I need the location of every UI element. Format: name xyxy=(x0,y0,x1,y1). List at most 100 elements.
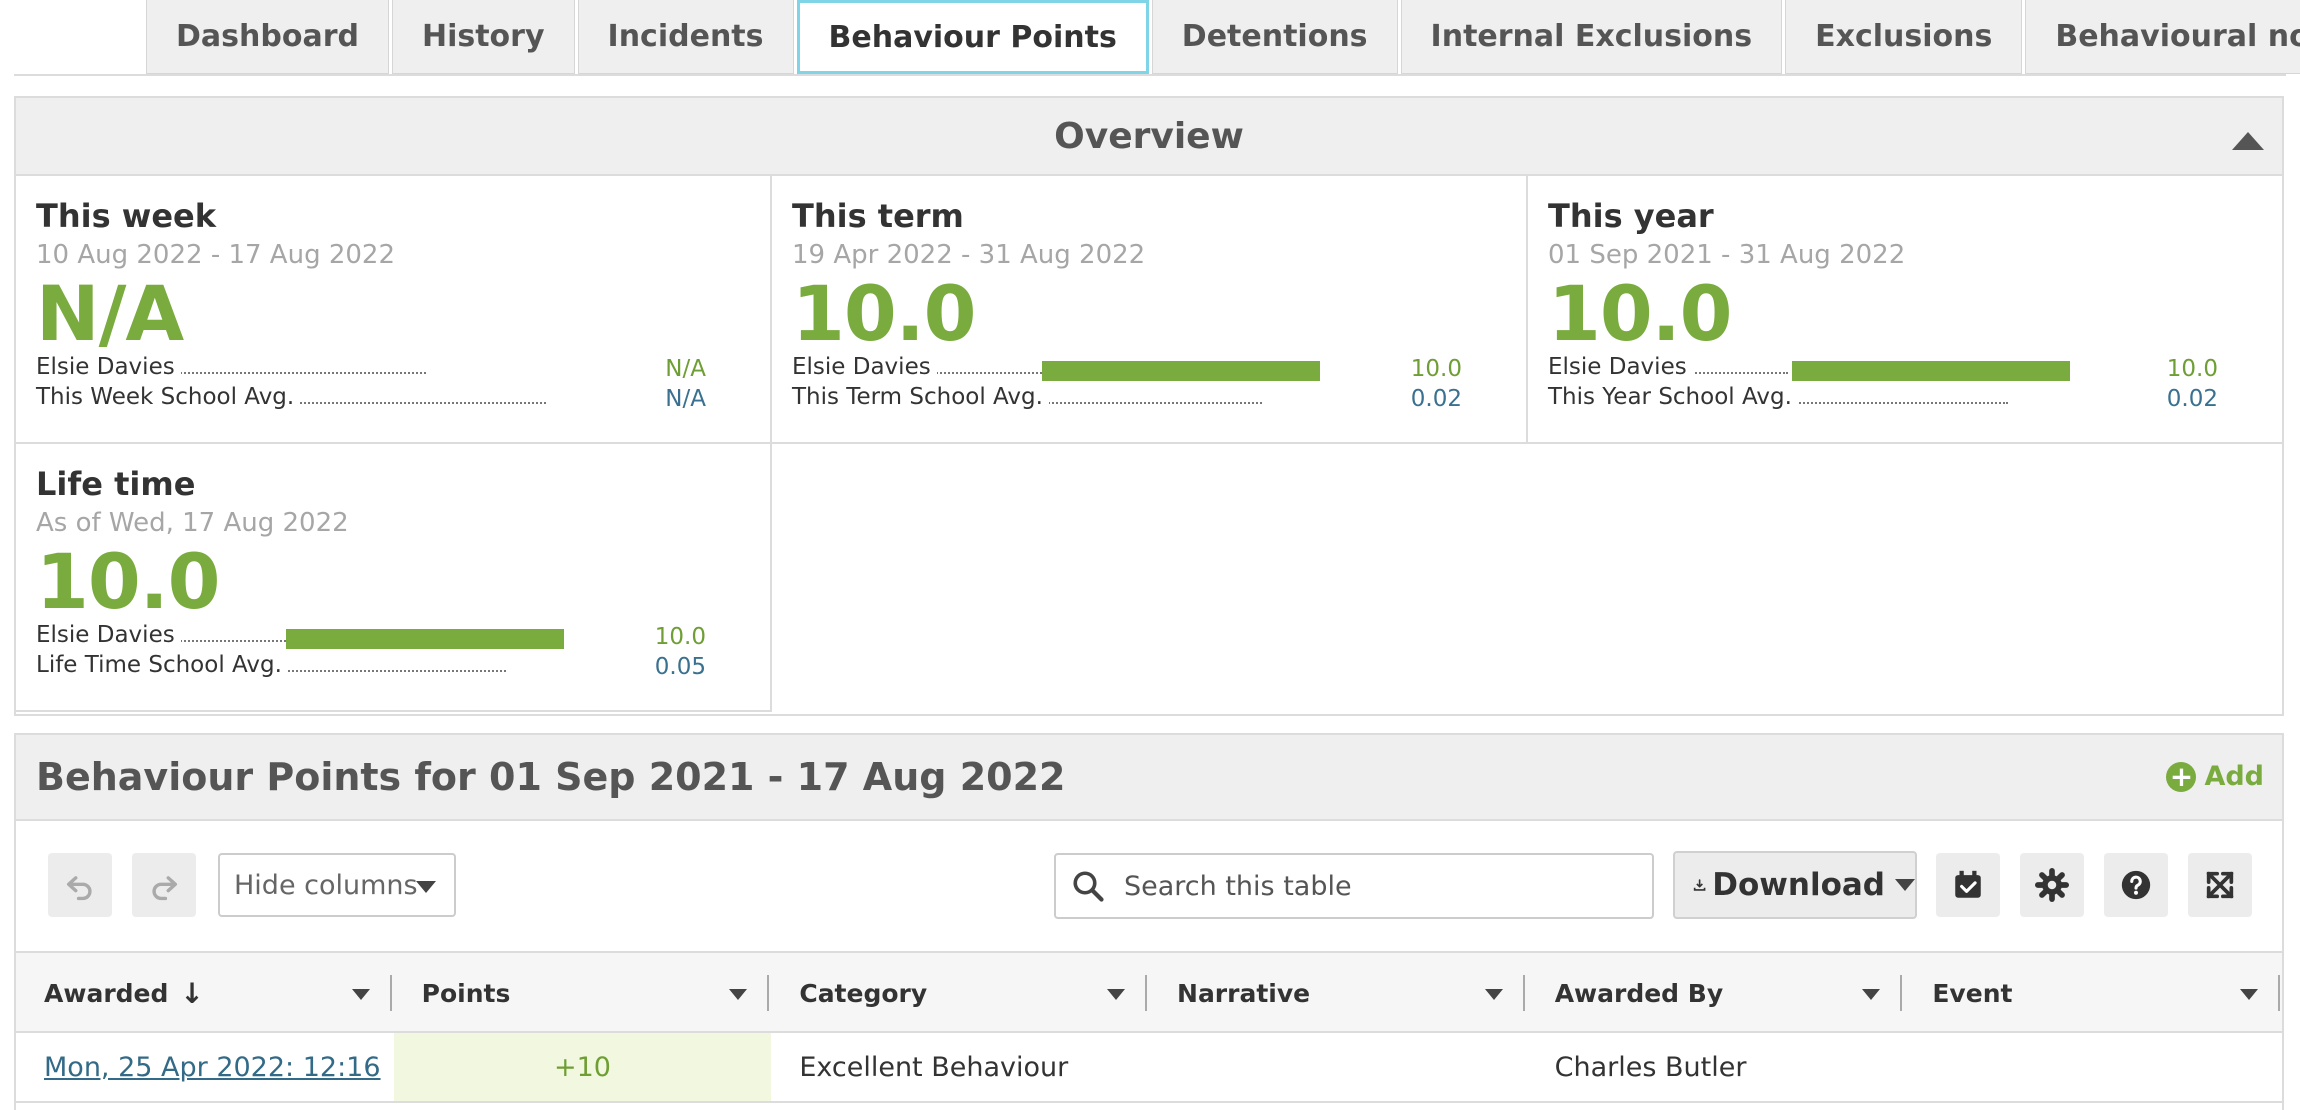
tab-incidents[interactable]: Incidents xyxy=(577,0,794,74)
fullscreen-icon xyxy=(2206,871,2234,899)
tab-exclusions[interactable]: Exclusions xyxy=(1785,0,2023,74)
cell-category: Excellent Behaviour xyxy=(799,1051,1069,1083)
search-box[interactable] xyxy=(1054,853,1654,919)
dotted-leader xyxy=(156,372,426,374)
card-range: 01 Sep 2021 - 31 Aug 2022 xyxy=(1548,240,1906,270)
tab-detentions[interactable]: Detentions xyxy=(1151,0,1398,74)
card-title: Life time xyxy=(36,465,196,503)
student-bar xyxy=(1042,361,1320,381)
help-button[interactable] xyxy=(2104,853,2168,917)
chevron-down-icon[interactable] xyxy=(351,989,370,1000)
column-header-narrative[interactable]: Narrative xyxy=(1149,953,1527,1033)
add-button[interactable]: + Add xyxy=(2166,761,2264,792)
settings-button[interactable] xyxy=(2020,853,2084,917)
card-title: This year xyxy=(1548,197,1714,235)
column-label: Awarded By xyxy=(1554,978,1724,1008)
add-label: Add xyxy=(2204,761,2264,792)
column-label: Event xyxy=(1932,978,2013,1008)
overview-cards: This week 10 Aug 2022 - 17 Aug 2022 N/A … xyxy=(16,176,2282,714)
avg-label: This Term School Avg. xyxy=(792,384,1049,410)
student-stat-row: Elsie Davies 10.0 xyxy=(792,354,1506,384)
overview-panel: Overview This week 10 Aug 2022 - 17 Aug … xyxy=(14,96,2284,716)
hide-columns-dropdown[interactable]: Hide columns xyxy=(218,853,456,917)
card-range: As of Wed, 17 Aug 2022 xyxy=(36,508,349,538)
chevron-down-icon[interactable] xyxy=(1862,989,1881,1000)
card-range: 19 Apr 2022 - 31 Aug 2022 xyxy=(792,240,1146,270)
card-value: 10.0 xyxy=(1548,269,1733,358)
points-title: Behaviour Points for 01 Sep 2021 - 17 Au… xyxy=(36,755,1066,799)
plus-circle-icon: + xyxy=(2166,761,2197,792)
avg-label: Life Time School Avg. xyxy=(36,652,288,678)
undo-button[interactable] xyxy=(48,853,112,917)
avg-label: This Week School Avg. xyxy=(36,384,301,410)
calendar-check-icon xyxy=(1955,870,1981,898)
card-this-term: This term 19 Apr 2022 - 31 Aug 2022 10.0… xyxy=(772,176,1528,444)
avg-stat-row: This Term School Avg. 0.02 xyxy=(792,384,1506,414)
redo-button[interactable] xyxy=(132,853,196,917)
gear-icon xyxy=(2035,868,2069,902)
card-title: This term xyxy=(792,197,964,235)
student-label: Elsie Davies xyxy=(792,354,937,380)
dotted-leader xyxy=(276,670,506,672)
tab-history[interactable]: History xyxy=(391,0,575,74)
student-label: Elsie Davies xyxy=(36,622,181,648)
tab-divider xyxy=(14,74,2286,76)
download-icon xyxy=(1693,879,1706,891)
cell-points: +10 xyxy=(393,1033,772,1101)
cell-narrative xyxy=(1149,1033,1527,1101)
student-label: Elsie Davies xyxy=(1548,354,1693,380)
student-stat-row: Elsie Davies 10.0 xyxy=(1548,354,2262,384)
redo-icon xyxy=(152,876,178,901)
student-bar xyxy=(286,629,564,649)
card-this-week: This week 10 Aug 2022 - 17 Aug 2022 N/A … xyxy=(16,176,772,444)
column-label: Awarded xyxy=(44,978,169,1008)
tab-behavioural-notes[interactable]: Behavioural notes xyxy=(2025,0,2300,74)
chevron-down-icon[interactable] xyxy=(1484,989,1503,1000)
awarded-link[interactable]: Mon, 25 Apr 2022: 12:16 xyxy=(44,1052,381,1083)
avg-stat-row: Life Time School Avg. 0.05 xyxy=(36,652,750,682)
card-value: N/A xyxy=(36,269,184,358)
chevron-down-icon[interactable] xyxy=(2240,989,2259,1000)
collapse-up-icon[interactable] xyxy=(2232,132,2264,150)
tab-internal-exclusions[interactable]: Internal Exclusions xyxy=(1400,0,1783,74)
card-value: 10.0 xyxy=(36,537,221,626)
column-label: Category xyxy=(799,978,928,1008)
cell-awarded-by: Charles Butler xyxy=(1554,1051,1747,1083)
overview-header[interactable]: Overview xyxy=(16,98,2282,176)
cell-awarded: Mon, 25 Apr 2022: 12:16 xyxy=(16,1033,394,1101)
behaviour-points-panel: Behaviour Points for 01 Sep 2021 - 17 Au… xyxy=(14,733,2284,1110)
student-bar xyxy=(1792,361,2070,381)
column-header-awarded[interactable]: Awarded ↓ xyxy=(16,953,394,1033)
chevron-down-icon[interactable] xyxy=(729,989,748,1000)
student-stat-row: Elsie Davies 10.0 xyxy=(36,622,750,652)
hide-columns-label: Hide columns xyxy=(234,869,418,901)
overview-title: Overview xyxy=(1054,115,1244,157)
student-value: 10.0 xyxy=(654,624,706,650)
dotted-leader xyxy=(276,402,546,404)
avg-value: N/A xyxy=(665,386,706,412)
fullscreen-button[interactable] xyxy=(2188,853,2252,917)
chevron-down-icon[interactable] xyxy=(1107,989,1126,1000)
column-label: Narrative xyxy=(1177,978,1311,1008)
table-row: Mon, 25 Apr 2022: 12:16 +10 Excellent Be… xyxy=(16,1033,2282,1103)
table-header: Awarded ↓ Points Category Narrative Awar… xyxy=(16,951,2282,1033)
sort-descending-icon[interactable]: ↓ xyxy=(180,977,203,1010)
column-header-points[interactable]: Points xyxy=(394,953,772,1033)
student-value: 10.0 xyxy=(1410,356,1462,382)
column-label: Points xyxy=(421,978,511,1008)
download-label: Download xyxy=(1712,867,1885,903)
card-title: This week xyxy=(36,197,217,235)
table-toolbar: Hide columns Download xyxy=(16,821,2282,951)
tab-dashboard[interactable]: Dashboard xyxy=(146,0,389,74)
column-header-event[interactable]: Event xyxy=(1904,953,2282,1033)
column-header-category[interactable]: Category xyxy=(771,953,1149,1033)
tab-behaviour-points[interactable]: Behaviour Points xyxy=(796,0,1149,74)
column-header-awarded-by[interactable]: Awarded By xyxy=(1527,953,1905,1033)
search-input[interactable] xyxy=(1124,870,1644,902)
help-icon xyxy=(2121,870,2151,900)
download-button[interactable]: Download xyxy=(1673,851,1917,919)
avg-value: 0.02 xyxy=(2166,386,2218,412)
chevron-down-icon xyxy=(416,881,436,893)
calendar-check-button[interactable] xyxy=(1936,853,2000,917)
undo-icon xyxy=(66,876,92,901)
